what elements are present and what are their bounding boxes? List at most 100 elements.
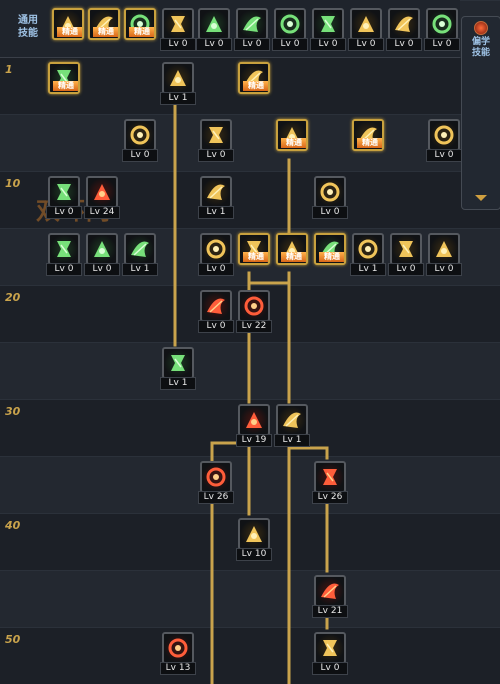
skill-slot[interactable]: Lv 26	[198, 461, 234, 507]
skill-level-label: Lv 26	[198, 491, 234, 504]
scroll-down-arrow-icon[interactable]	[475, 195, 487, 201]
skill-slot[interactable]: 精通	[274, 119, 310, 165]
level-row	[0, 342, 500, 399]
wind-icon[interactable]	[352, 233, 384, 265]
beast-icon[interactable]	[276, 404, 308, 436]
crescent-icon[interactable]	[200, 233, 232, 265]
skill-slot[interactable]: Lv 0	[312, 176, 348, 222]
cross-icon[interactable]	[390, 233, 422, 265]
skill-slot[interactable]: Lv 0	[234, 8, 270, 54]
swirl-icon[interactable]: 精通	[276, 119, 308, 151]
skill-slot[interactable]: Lv 0	[198, 233, 234, 279]
skill-slot[interactable]: Lv 24	[84, 176, 120, 222]
kick-icon[interactable]	[426, 8, 458, 40]
skill-slot[interactable]: Lv 0	[160, 8, 196, 54]
phoenix-icon[interactable]	[314, 461, 346, 493]
fighter-icon[interactable]	[274, 8, 306, 40]
skill-level-label: Lv 0	[196, 38, 232, 51]
skill-level-label: Lv 0	[388, 263, 424, 276]
skill-slot[interactable]: Lv 0	[348, 8, 384, 54]
crosshair-icon[interactable]	[236, 8, 268, 40]
whirl-icon[interactable]	[162, 347, 194, 379]
flame-icon[interactable]	[428, 233, 460, 265]
head-icon[interactable]	[238, 518, 270, 550]
skill-slot[interactable]: Lv 0	[386, 8, 422, 54]
dagger-icon[interactable]	[124, 233, 156, 265]
skill-slot[interactable]: Lv 0	[426, 119, 462, 165]
skill-slot[interactable]: Lv 19	[236, 404, 272, 450]
skill-slot[interactable]: Lv 1	[198, 176, 234, 222]
arrow-icon[interactable]	[200, 119, 232, 151]
skill-slot[interactable]: Lv 1	[350, 233, 386, 279]
skill-slot[interactable]: Lv 0	[312, 632, 348, 678]
wings-icon[interactable]	[162, 8, 194, 40]
skill-slot[interactable]: Lv 0	[196, 8, 232, 54]
shield-icon[interactable]: 精通	[352, 119, 384, 151]
helmet-icon[interactable]: 精通	[48, 62, 80, 94]
fighter-icon[interactable]	[312, 8, 344, 40]
skill-level-label: Lv 0	[426, 263, 462, 276]
claws-icon[interactable]	[428, 119, 460, 151]
skill-slot[interactable]: Lv 0	[424, 8, 460, 54]
skill-slot[interactable]: Lv 0	[198, 290, 234, 336]
skill-slot[interactable]: Lv 0	[310, 8, 346, 54]
slash-icon[interactable]: 精通	[238, 62, 270, 94]
orb-icon[interactable]	[200, 290, 232, 322]
skill-slot[interactable]: Lv 0	[272, 8, 308, 54]
skill-slot[interactable]: 精通	[236, 233, 272, 279]
burst-icon[interactable]	[86, 233, 118, 265]
dash-icon[interactable]	[238, 404, 270, 436]
helmet-icon[interactable]: 精通	[88, 8, 120, 40]
skill-slot[interactable]: 精通	[46, 62, 82, 108]
crosshair-icon[interactable]	[198, 8, 230, 40]
skill-slot[interactable]: Lv 1	[274, 404, 310, 450]
skill-slot[interactable]: Lv 1	[160, 347, 196, 393]
spin-icon[interactable]	[314, 176, 346, 208]
skill-level-label: Lv 1	[122, 263, 158, 276]
warrior-icon[interactable]	[238, 290, 270, 322]
explosion-icon[interactable]	[162, 632, 194, 664]
leap-icon[interactable]	[314, 632, 346, 664]
claw-icon[interactable]	[162, 62, 194, 94]
skill-slot[interactable]: 精通	[350, 119, 386, 165]
skill-slot[interactable]: Lv 0	[46, 176, 82, 222]
skill-slot[interactable]: Lv 0	[426, 233, 462, 279]
blade-icon[interactable]	[86, 176, 118, 208]
skill-slot[interactable]: Lv 1	[160, 62, 196, 108]
fire-icon[interactable]	[200, 176, 232, 208]
skill-slot[interactable]: Lv 22	[236, 290, 272, 336]
sit-icon[interactable]: 精通	[52, 8, 84, 40]
skill-slot[interactable]: Lv 13	[160, 632, 196, 678]
skill-slot[interactable]: Lv 0	[46, 233, 82, 279]
flare-icon[interactable]	[314, 575, 346, 607]
skill-level-label: Lv 0	[122, 149, 158, 162]
sword-icon[interactable]	[48, 233, 80, 265]
skill-slot[interactable]: Lv 21	[312, 575, 348, 621]
optional-skills-panel: 偏学 技能	[461, 16, 500, 210]
skill-slot[interactable]: 精通	[86, 8, 122, 54]
target-ring-icon[interactable]	[350, 8, 382, 40]
muscle-icon[interactable]	[388, 8, 420, 40]
skill-slot[interactable]: Lv 26	[312, 461, 348, 507]
skill-slot[interactable]: 精通	[236, 62, 272, 108]
moon-icon[interactable]: 精通	[314, 233, 346, 265]
guard-icon[interactable]: 精通	[238, 233, 270, 265]
skill-slot[interactable]: Lv 0	[198, 119, 234, 165]
skill-slot[interactable]: Lv 1	[122, 233, 158, 279]
skill-slot[interactable]: Lv 0	[84, 233, 120, 279]
skill-slot[interactable]: Lv 0	[122, 119, 158, 165]
mastered-badge: 精通	[93, 27, 118, 37]
skill-slot[interactable]: 精通	[312, 233, 348, 279]
skill-level-label: Lv 0	[312, 206, 348, 219]
skill-slot[interactable]: Lv 0	[388, 233, 424, 279]
skill-slot[interactable]: Lv 10	[236, 518, 272, 564]
runner-icon[interactable]: 精通	[124, 8, 156, 40]
skill-slot[interactable]: 精通	[274, 233, 310, 279]
wings-icon[interactable]	[124, 119, 156, 151]
tiger-icon[interactable]: 精通	[276, 233, 308, 265]
skill-slot[interactable]: 精通	[122, 8, 158, 54]
totem-icon[interactable]	[200, 461, 232, 493]
mastered-badge: 精通	[57, 27, 82, 37]
blade-icon[interactable]	[48, 176, 80, 208]
skill-slot[interactable]: 精通	[50, 8, 86, 54]
